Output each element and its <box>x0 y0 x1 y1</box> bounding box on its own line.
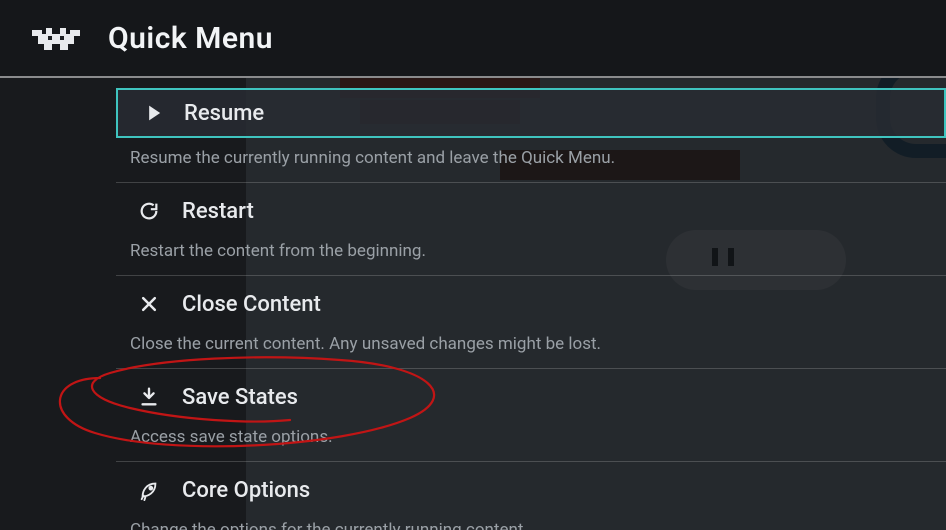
close-icon <box>136 291 162 317</box>
menu-item-desc: Change the options for the currently run… <box>116 516 946 530</box>
menu-item-desc: Access save state options. <box>116 423 946 461</box>
menu-item-desc: Close the current content. Any unsaved c… <box>116 330 946 368</box>
quick-menu-header: Quick Menu <box>0 0 946 78</box>
rocket-icon <box>136 477 162 503</box>
retroarch-logo-icon <box>32 24 80 52</box>
menu-item-label: Restart <box>182 199 254 224</box>
menu-item-label: Save States <box>182 385 298 410</box>
menu-item-core-options[interactable]: Core Options Change the options for the … <box>116 464 946 530</box>
quick-menu-list: Resume Resume the currently running cont… <box>116 88 946 530</box>
menu-item-close-content[interactable]: Close Content Close the current content.… <box>116 278 946 369</box>
menu-item-resume[interactable]: Resume Resume the currently running cont… <box>116 88 946 183</box>
menu-item-save-states[interactable]: Save States Access save state options. <box>116 371 946 462</box>
play-icon <box>138 100 164 126</box>
menu-item-desc: Restart the content from the beginning. <box>116 237 946 275</box>
page-title: Quick Menu <box>108 21 273 56</box>
restart-icon <box>136 198 162 224</box>
menu-item-label: Close Content <box>182 292 321 317</box>
menu-item-label: Core Options <box>182 478 310 503</box>
menu-item-label: Resume <box>184 101 264 126</box>
menu-item-restart[interactable]: Restart Restart the content from the beg… <box>116 185 946 276</box>
menu-item-desc: Resume the currently running content and… <box>116 144 946 182</box>
download-icon <box>136 384 162 410</box>
